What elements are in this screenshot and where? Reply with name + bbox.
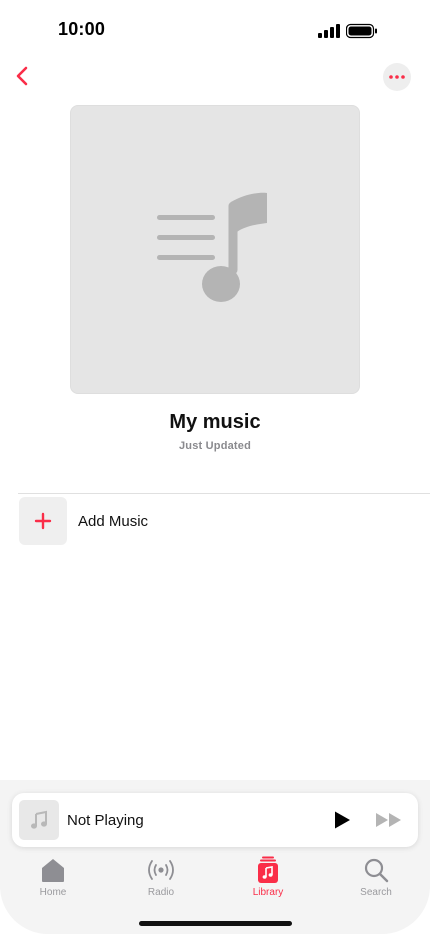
divider — [18, 493, 430, 494]
tab-search[interactable]: Search — [336, 856, 416, 898]
fast-forward-button[interactable] — [374, 808, 404, 832]
play-icon — [335, 811, 350, 829]
screen: 10:00 My music Just Updated Add Music No… — [0, 0, 430, 934]
search-icon — [364, 858, 389, 883]
tab-radio[interactable]: Radio — [121, 856, 201, 898]
tab-label-library: Library — [252, 887, 284, 898]
chevron-left-icon — [16, 66, 28, 86]
playlist-title: My music — [169, 411, 261, 433]
tab-home[interactable]: Home — [13, 856, 93, 898]
now-playing-title: Not Playing — [67, 811, 144, 829]
fast-forward-icon — [376, 813, 401, 827]
home-icon — [42, 859, 64, 882]
radio-icon — [148, 860, 174, 880]
back-button[interactable] — [8, 62, 36, 90]
plus-icon — [34, 512, 52, 530]
more-options-button[interactable] — [383, 63, 411, 91]
status-time: 10:00 — [58, 19, 106, 39]
library-icon — [258, 856, 278, 883]
mini-player[interactable]: Not Playing — [12, 793, 418, 847]
play-button[interactable] — [330, 808, 354, 832]
music-note-icon — [31, 810, 47, 829]
home-indicator[interactable] — [139, 921, 292, 926]
tab-label-radio: Radio — [147, 887, 175, 898]
add-music-row[interactable]: Add Music — [19, 497, 430, 545]
tab-bar: Home Radio Library Search — [0, 856, 430, 906]
tab-label-search: Search — [360, 887, 392, 898]
music-note-list-icon — [157, 192, 267, 302]
tab-label-home: Home — [39, 887, 67, 898]
cellular-signal-icon — [318, 24, 340, 38]
mini-player-artwork — [19, 800, 59, 840]
playlist-artwork — [70, 105, 360, 394]
add-music-label: Add Music — [78, 512, 149, 530]
tab-library[interactable]: Library — [228, 856, 308, 898]
playlist-subtitle: Just Updated — [178, 440, 252, 452]
ellipsis-icon — [389, 75, 405, 79]
battery-icon — [346, 23, 377, 39]
add-music-tile[interactable] — [19, 497, 67, 545]
